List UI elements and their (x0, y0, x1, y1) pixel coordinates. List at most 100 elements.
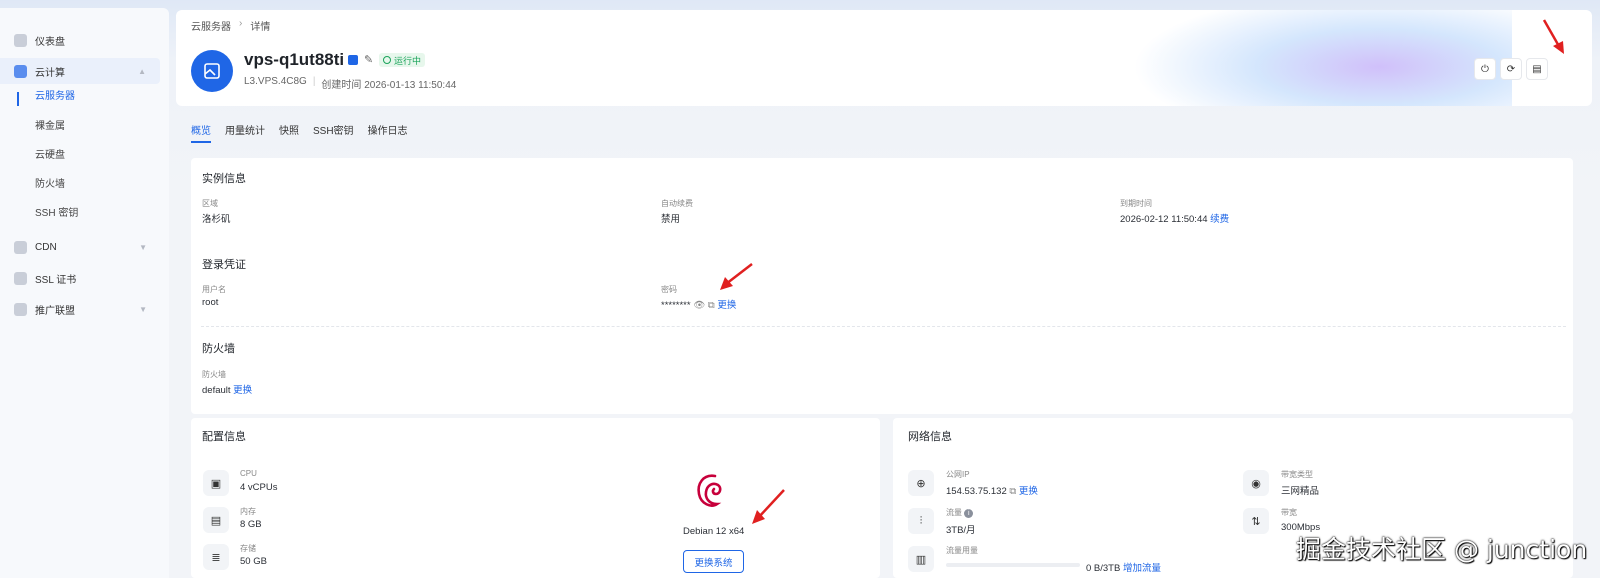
sidebar-item-cloud-server[interactable]: 云服务器 (35, 87, 75, 102)
password-row: ******** 👁 ⧉ 更换 (661, 297, 736, 311)
nav-ssl[interactable]: SSL 证书 (0, 265, 161, 291)
nav-label: 云计算 (35, 67, 65, 79)
meta-divider: | (312, 76, 316, 87)
traffic-usage-bar (946, 563, 1080, 567)
console-button[interactable]: ▤ (1526, 58, 1548, 80)
traffic-icon: ⫶ (908, 508, 934, 534)
server-header: 云服务器 › 详情 vps-q1ut88ti ✎ 运行中 L3.VPS.4C8G… (176, 10, 1592, 106)
public-ip-value: 154.53.75.132 (946, 486, 1007, 497)
username-value: root (202, 297, 219, 308)
breadcrumb: 云服务器 › 详情 (191, 18, 270, 33)
info-icon[interactable]: i (964, 509, 974, 518)
public-ip-row: 154.53.75.132 ⧉ 更换 (946, 483, 1038, 497)
bandwidth-icon: ⇅ (1243, 508, 1269, 534)
renew-link[interactable]: 续费 (1210, 214, 1229, 225)
bandwidth-label: 带宽 (1281, 508, 1297, 517)
username-label: 用户名 (202, 285, 226, 294)
bandwidth-type-label: 带宽类型 (1281, 470, 1313, 479)
nav-cloud-compute[interactable]: 云计算 ▲ (0, 58, 160, 84)
server-name: vps-q1ut88ti (244, 50, 345, 69)
add-traffic-link[interactable]: 增加流量 (1123, 563, 1161, 574)
cpu-icon: ▣ (203, 470, 229, 496)
edit-icon[interactable]: ✎ (364, 53, 373, 66)
traffic-usage-row: 0 B/3TB 增加流量 (1086, 560, 1161, 574)
active-indicator (17, 92, 19, 106)
nav-label: 仪表盘 (35, 36, 65, 48)
power-icon: ⏻ (1481, 63, 1489, 75)
nav-affiliate[interactable]: 推广联盟 ▼ (0, 296, 161, 322)
ssl-icon (14, 271, 27, 285)
sidebar: 仪表盘 云计算 ▲ 云服务器 裸金属 云硬盘 防火墙 SSH 密钥 CDN ▼ … (0, 8, 169, 578)
cpu-label: CPU (240, 469, 257, 478)
tab-logs[interactable]: 操作日志 (368, 122, 408, 143)
status-text: 运行中 (394, 55, 422, 66)
firewall-label: 防火墙 (202, 370, 226, 379)
affiliate-icon (14, 302, 27, 316)
tab-snapshots[interactable]: 快照 (279, 122, 299, 143)
server-avatar (191, 50, 233, 92)
eye-icon[interactable]: 👁 (693, 300, 705, 311)
nav-label: CDN (35, 241, 57, 253)
nav-label: 推广联盟 (35, 305, 75, 317)
bandwidth-type-icon: ◉ (1243, 470, 1269, 496)
console-icon: ▤ (1532, 63, 1542, 75)
memory-icon: ▤ (203, 507, 229, 533)
breadcrumb-current: 详情 (250, 22, 271, 33)
bandwidth-type-value: 三网精品 (1281, 486, 1320, 497)
watermark-text: 掘金技术社区 @ junction (1296, 535, 1588, 564)
cpu-value: 4 vCPUs (240, 482, 278, 493)
memory-label: 内存 (240, 507, 256, 516)
nav-dashboard[interactable]: 仪表盘 (0, 27, 161, 53)
region-label: 区域 (202, 199, 218, 208)
tab-ssh-keys[interactable]: SSH密钥 (313, 122, 354, 143)
traffic-label: 流量 (946, 508, 962, 517)
server-created: 创建时间 2026-01-13 11:50:44 (321, 80, 457, 91)
copy-icon[interactable]: ⧉ (1009, 486, 1016, 497)
firewall-section-title: 防火墙 (202, 343, 235, 355)
login-section-title: 登录凭证 (202, 259, 246, 271)
change-os-button[interactable]: 更换系统 (683, 550, 744, 573)
power-button[interactable]: ⏻ (1474, 58, 1496, 80)
cloud-compute-icon (14, 64, 27, 78)
play-circle-icon (383, 56, 391, 64)
tab-overview[interactable]: 概览 (191, 122, 211, 143)
change-ip-link[interactable]: 更换 (1019, 486, 1038, 497)
storage-value: 50 GB (240, 556, 267, 567)
overview-card (191, 158, 1573, 414)
os-badge-icon (348, 55, 358, 65)
globe-icon: ⊕ (908, 470, 934, 496)
breadcrumb-parent[interactable]: 云服务器 (191, 18, 231, 33)
change-firewall-link[interactable]: 更换 (233, 385, 252, 396)
copy-icon[interactable]: ⧉ (708, 300, 715, 311)
sidebar-item-ssh-keys[interactable]: SSH 密钥 (35, 204, 78, 219)
public-ip-label: 公网IP (946, 470, 970, 479)
status-badge: 运行中 (379, 53, 426, 67)
memory-value: 8 GB (240, 519, 262, 530)
expire-label: 到期时间 (1120, 199, 1152, 208)
change-password-link[interactable]: 更换 (717, 300, 736, 311)
auto-renew-label: 自动续费 (661, 199, 693, 208)
sidebar-item-cloud-disk[interactable]: 云硬盘 (35, 146, 65, 161)
tab-usage[interactable]: 用量统计 (225, 122, 265, 143)
instance-section-title: 实例信息 (202, 173, 246, 185)
tab-bar: 概览 用量统计 快照 SSH密钥 操作日志 (191, 122, 408, 143)
expire-row: 2026-02-12 11:50:44 续费 (1120, 211, 1229, 225)
chevron-down-icon: ▼ (139, 242, 147, 252)
restart-button[interactable]: ⟳ (1500, 58, 1522, 80)
sidebar-item-firewall[interactable]: 防火墙 (35, 175, 65, 190)
config-card (191, 418, 880, 578)
nav-cdn[interactable]: CDN ▼ (0, 234, 161, 260)
server-image-icon (204, 63, 220, 79)
chevron-up-icon: ▲ (138, 66, 146, 76)
server-plan: L3.VPS.4C8G (244, 76, 307, 87)
auto-renew-value: 禁用 (661, 214, 681, 225)
restart-icon: ⟳ (1506, 63, 1516, 75)
server-meta: L3.VPS.4C8G | 创建时间 2026-01-13 11:50:44 (244, 76, 456, 91)
traffic-label-row: 流量 i (946, 507, 974, 518)
firewall-value: default (202, 385, 231, 396)
section-divider (201, 326, 1566, 327)
traffic-usage-label: 流量用量 (946, 546, 978, 555)
sidebar-item-bare-metal[interactable]: 裸金属 (35, 117, 65, 132)
traffic-value: 3TB/月 (946, 525, 976, 536)
dashboard-icon (14, 33, 27, 47)
